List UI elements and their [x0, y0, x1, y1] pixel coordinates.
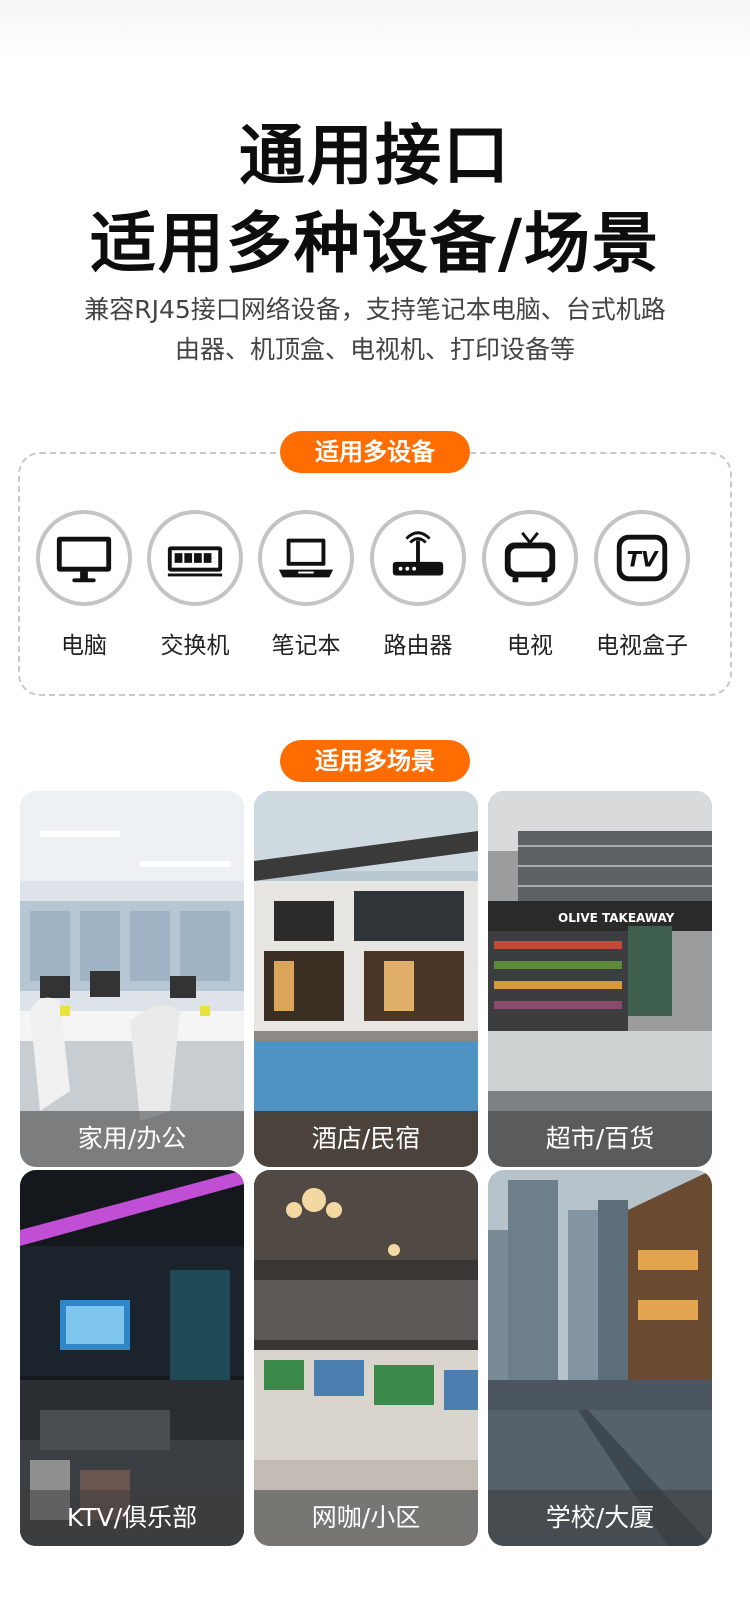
- scene-card-internet-cafe: 网咖/小区: [254, 1170, 478, 1546]
- device-router: 路由器: [364, 510, 472, 660]
- scene-card-campus: 学校/大厦: [488, 1170, 712, 1546]
- device-computer: 电脑: [30, 510, 138, 660]
- device-tv: 电视: [476, 510, 584, 660]
- switch-icon: [147, 510, 243, 606]
- headline-line-2: 适用多种设备/场景: [89, 205, 661, 282]
- scene-label: 网咖/小区: [254, 1490, 478, 1546]
- device-laptop: 笔记本: [252, 510, 360, 660]
- monitor-icon: [36, 510, 132, 606]
- device-switch: 交换机: [141, 510, 249, 660]
- scene-card-supermarket: OLIVE TAKEAWAY 超市/百货: [488, 791, 712, 1167]
- headline-line-1: 通用接口: [239, 117, 511, 194]
- device-label: 笔记本: [271, 633, 341, 659]
- scene-label: 酒店/民宿: [254, 1111, 478, 1167]
- device-label: 电视: [507, 633, 553, 659]
- scene-label: 超市/百货: [488, 1111, 712, 1167]
- device-tv-box: TV 电视盒子: [588, 510, 696, 660]
- scene-card-office: 家用/办公: [20, 791, 244, 1167]
- device-label: 交换机: [160, 633, 230, 659]
- device-label: 电脑: [61, 633, 107, 659]
- scenes-badge: 适用多场景: [280, 740, 470, 782]
- description-line-1: 兼容RJ45接口网络设备，支持笔记本电脑、台式机路: [84, 295, 666, 324]
- scene-label: 学校/大厦: [488, 1490, 712, 1546]
- scene-label: 家用/办公: [20, 1111, 244, 1167]
- scene-label: KTV/俱乐部: [20, 1490, 244, 1546]
- device-label: 路由器: [383, 633, 453, 659]
- svg-text:OLIVE TAKEAWAY: OLIVE TAKEAWAY: [558, 911, 675, 925]
- device-label: 电视盒子: [596, 633, 688, 659]
- scene-card-ktv: KTV/俱乐部: [20, 1170, 244, 1546]
- svg-text:TV: TV: [626, 548, 659, 573]
- tv-box-icon: TV: [594, 510, 690, 606]
- tv-icon: [482, 510, 578, 606]
- laptop-icon: [258, 510, 354, 606]
- description-line-2: 由器、机顶盒、电视机、打印设备等: [174, 335, 575, 364]
- router-icon: [370, 510, 466, 606]
- scene-card-hotel: 酒店/民宿: [254, 791, 478, 1167]
- devices-badge: 适用多设备: [280, 431, 470, 473]
